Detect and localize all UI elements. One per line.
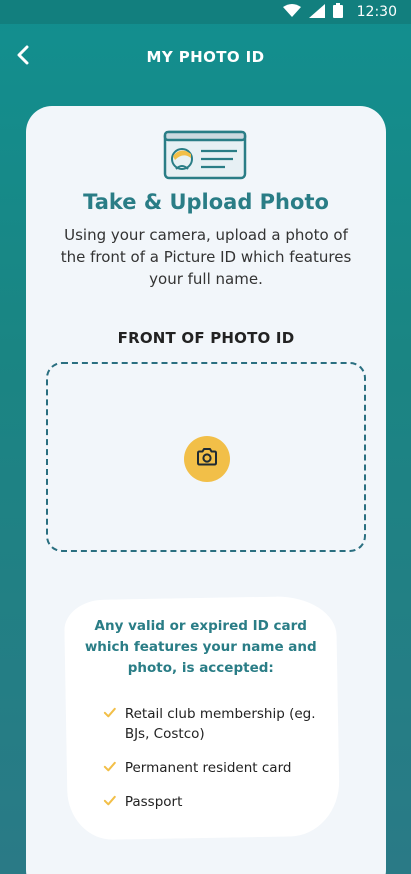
list-item-label: Passport: [124, 793, 183, 810]
camera-button[interactable]: [184, 436, 230, 482]
card-description: Using your camera, upload a photo of the…: [60, 226, 352, 288]
upload-card: Take & Upload Photo Using your camera, u…: [26, 106, 386, 874]
accepted-ids-box: Any valid or expired ID card which featu…: [63, 595, 341, 841]
page-title: MY PHOTO ID: [146, 48, 265, 66]
status-bar: 12:30: [0, 0, 411, 24]
wifi-icon: [282, 3, 301, 22]
photo-upload-area[interactable]: [46, 362, 366, 552]
battery-icon: [332, 2, 343, 22]
signal-icon: [308, 3, 325, 22]
header: MY PHOTO ID: [0, 24, 411, 90]
check-icon: [103, 794, 117, 808]
id-card-icon: [163, 130, 247, 184]
upload-label: FRONT OF PHOTO ID: [117, 329, 295, 347]
chevron-left-icon: [16, 45, 30, 69]
camera-icon: [196, 448, 218, 470]
card-title: Take & Upload Photo: [83, 190, 329, 214]
list-item-label: Retail club membership (eg. BJs, Costco): [124, 705, 316, 742]
list-item: Retail club membership (eg. BJs, Costco): [103, 704, 323, 744]
accepted-ids-list: Retail club membership (eg. BJs, Costco)…: [103, 704, 323, 826]
status-time: 12:30: [356, 4, 397, 20]
accepted-ids-title: Any valid or expired ID card which featu…: [84, 618, 317, 677]
check-icon: [103, 706, 117, 720]
list-item: Passport: [103, 792, 323, 812]
check-icon: [103, 760, 117, 774]
list-item-label: Permanent resident card: [124, 759, 292, 776]
back-button[interactable]: [8, 42, 38, 72]
list-item: Permanent resident card: [103, 758, 323, 778]
